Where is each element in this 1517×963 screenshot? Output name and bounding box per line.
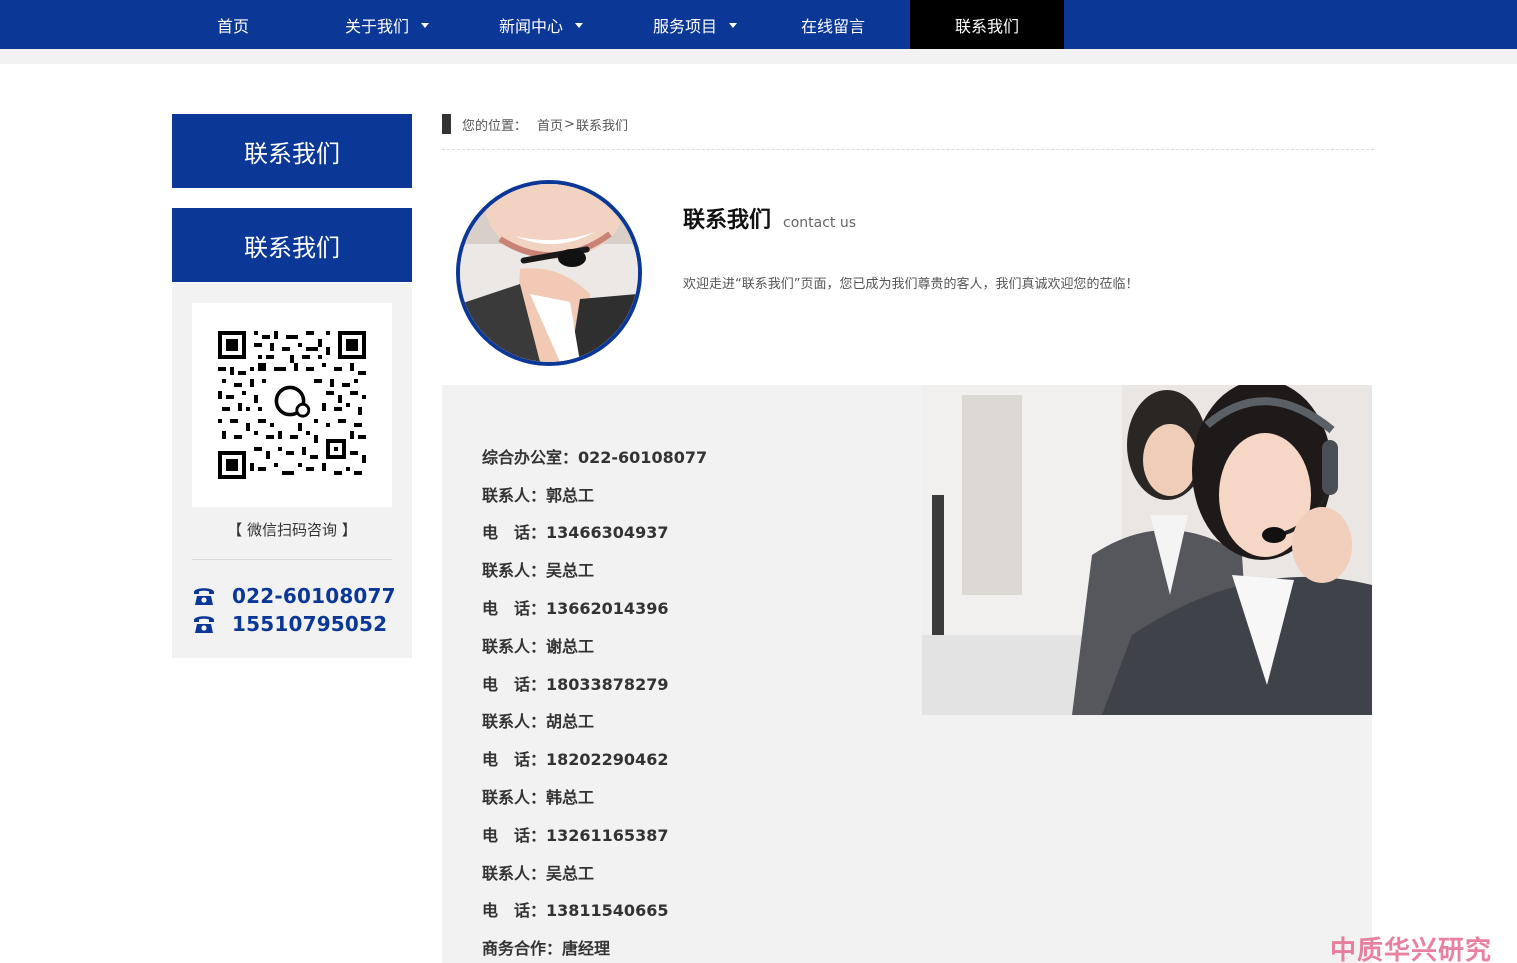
breadcrumb-divider bbox=[442, 149, 1374, 150]
wechat-qr-code bbox=[192, 303, 392, 507]
list-item: 电 话：18202290462 bbox=[482, 750, 669, 770]
intro-text: 欢迎走进“联系我们”页面，您已成为我们尊贵的客人，我们真诚欢迎您的莅临！ bbox=[683, 277, 1139, 292]
phone-number: 022-60108077 bbox=[232, 584, 396, 608]
sidebar-phone-2[interactable]: 15510795052 bbox=[192, 611, 402, 637]
customer-service-photo bbox=[922, 385, 1372, 715]
chevron-down-icon bbox=[575, 23, 583, 28]
sidebar-phone-1[interactable]: 022-60108077 bbox=[192, 583, 402, 609]
nav-item-services[interactable]: 服务项目 bbox=[618, 0, 772, 49]
intro-subtitle: contact us bbox=[783, 215, 857, 231]
watermark-text: 中质华兴研究院 bbox=[1330, 936, 1493, 963]
breadcrumb-home-link[interactable]: 首页 bbox=[537, 115, 563, 134]
nav-item-label: 新闻中心 bbox=[498, 16, 563, 36]
nav-item-about[interactable]: 关于我们 bbox=[310, 0, 464, 49]
sidebar-title-label: 联系我们 bbox=[244, 139, 340, 168]
nav-item-home[interactable]: 首页 bbox=[156, 0, 310, 49]
qr-caption: 【 微信扫码咨询 】 bbox=[227, 521, 357, 539]
customer-service-avatar-image bbox=[460, 184, 638, 362]
nav-item-news[interactable]: 新闻中心 bbox=[464, 0, 618, 49]
customer-service-photo-image bbox=[922, 385, 1372, 715]
sidebar-title: 联系我们 bbox=[172, 114, 412, 188]
phone-number: 15510795052 bbox=[232, 612, 388, 636]
top-navigation: 首页 关于我们 新闻中心 服务项目 在线留言 联系我们 bbox=[0, 0, 1517, 64]
sidebar-contact-panel: 【 微信扫码咨询 】 022-60108077 15510795052 bbox=[172, 283, 412, 658]
list-item: 电 话：13811540665 bbox=[482, 901, 669, 921]
list-item: 商务合作：唐经理 bbox=[482, 939, 611, 959]
qr-code-icon bbox=[218, 331, 366, 479]
intro-heading: 联系我们 contact us bbox=[683, 202, 856, 234]
breadcrumb-current-link[interactable]: 联系我们 bbox=[576, 115, 628, 134]
list-item: 联系人：吴总工 bbox=[482, 863, 595, 883]
list-item: 联系人：胡总工 bbox=[482, 712, 595, 732]
breadcrumb: 您的位置： 首页 > 联系我们 bbox=[442, 114, 628, 134]
nav-item-label: 关于我们 bbox=[344, 16, 409, 36]
intro-title: 联系我们 bbox=[683, 208, 772, 233]
list-item: 电 话：13466304937 bbox=[482, 523, 669, 543]
telephone-icon bbox=[194, 616, 214, 633]
list-item: 联系人：韩总工 bbox=[482, 788, 595, 808]
list-item: 电 话：18033878279 bbox=[482, 674, 669, 694]
nav-item-contact[interactable]: 联系我们 bbox=[910, 0, 1064, 49]
nav-item-label: 服务项目 bbox=[652, 16, 717, 36]
breadcrumb-marker bbox=[442, 114, 451, 134]
list-item: 电 话：13662014396 bbox=[482, 599, 669, 619]
sidebar-subtitle[interactable]: 联系我们 bbox=[172, 208, 412, 282]
telephone-icon bbox=[194, 588, 214, 605]
nav-item-label: 联系我们 bbox=[954, 16, 1019, 36]
list-item: 联系人：谢总工 bbox=[482, 636, 595, 656]
customer-service-avatar bbox=[456, 180, 642, 366]
breadcrumb-separator: > bbox=[564, 116, 575, 132]
list-item: 综合办公室：022-60108077 bbox=[482, 447, 708, 467]
list-item: 联系人：郭总工 bbox=[482, 485, 595, 505]
sidebar-divider bbox=[192, 559, 392, 560]
chevron-down-icon bbox=[421, 23, 429, 28]
nav-item-label: 在线留言 bbox=[800, 16, 865, 36]
list-item: 电 话：13261165387 bbox=[482, 825, 669, 845]
chevron-down-icon bbox=[729, 23, 737, 28]
nav-shadow-strip bbox=[0, 49, 1517, 64]
list-item: 联系人：吴总工 bbox=[482, 561, 595, 581]
breadcrumb-prefix: 您的位置： bbox=[462, 118, 528, 134]
nav-item-label: 首页 bbox=[216, 16, 249, 36]
nav-item-message[interactable]: 在线留言 bbox=[756, 0, 910, 49]
sidebar-subtitle-label: 联系我们 bbox=[244, 233, 340, 262]
contact-list: 综合办公室：022-60108077 联系人：郭总工 电 话：134663049… bbox=[482, 437, 707, 963]
